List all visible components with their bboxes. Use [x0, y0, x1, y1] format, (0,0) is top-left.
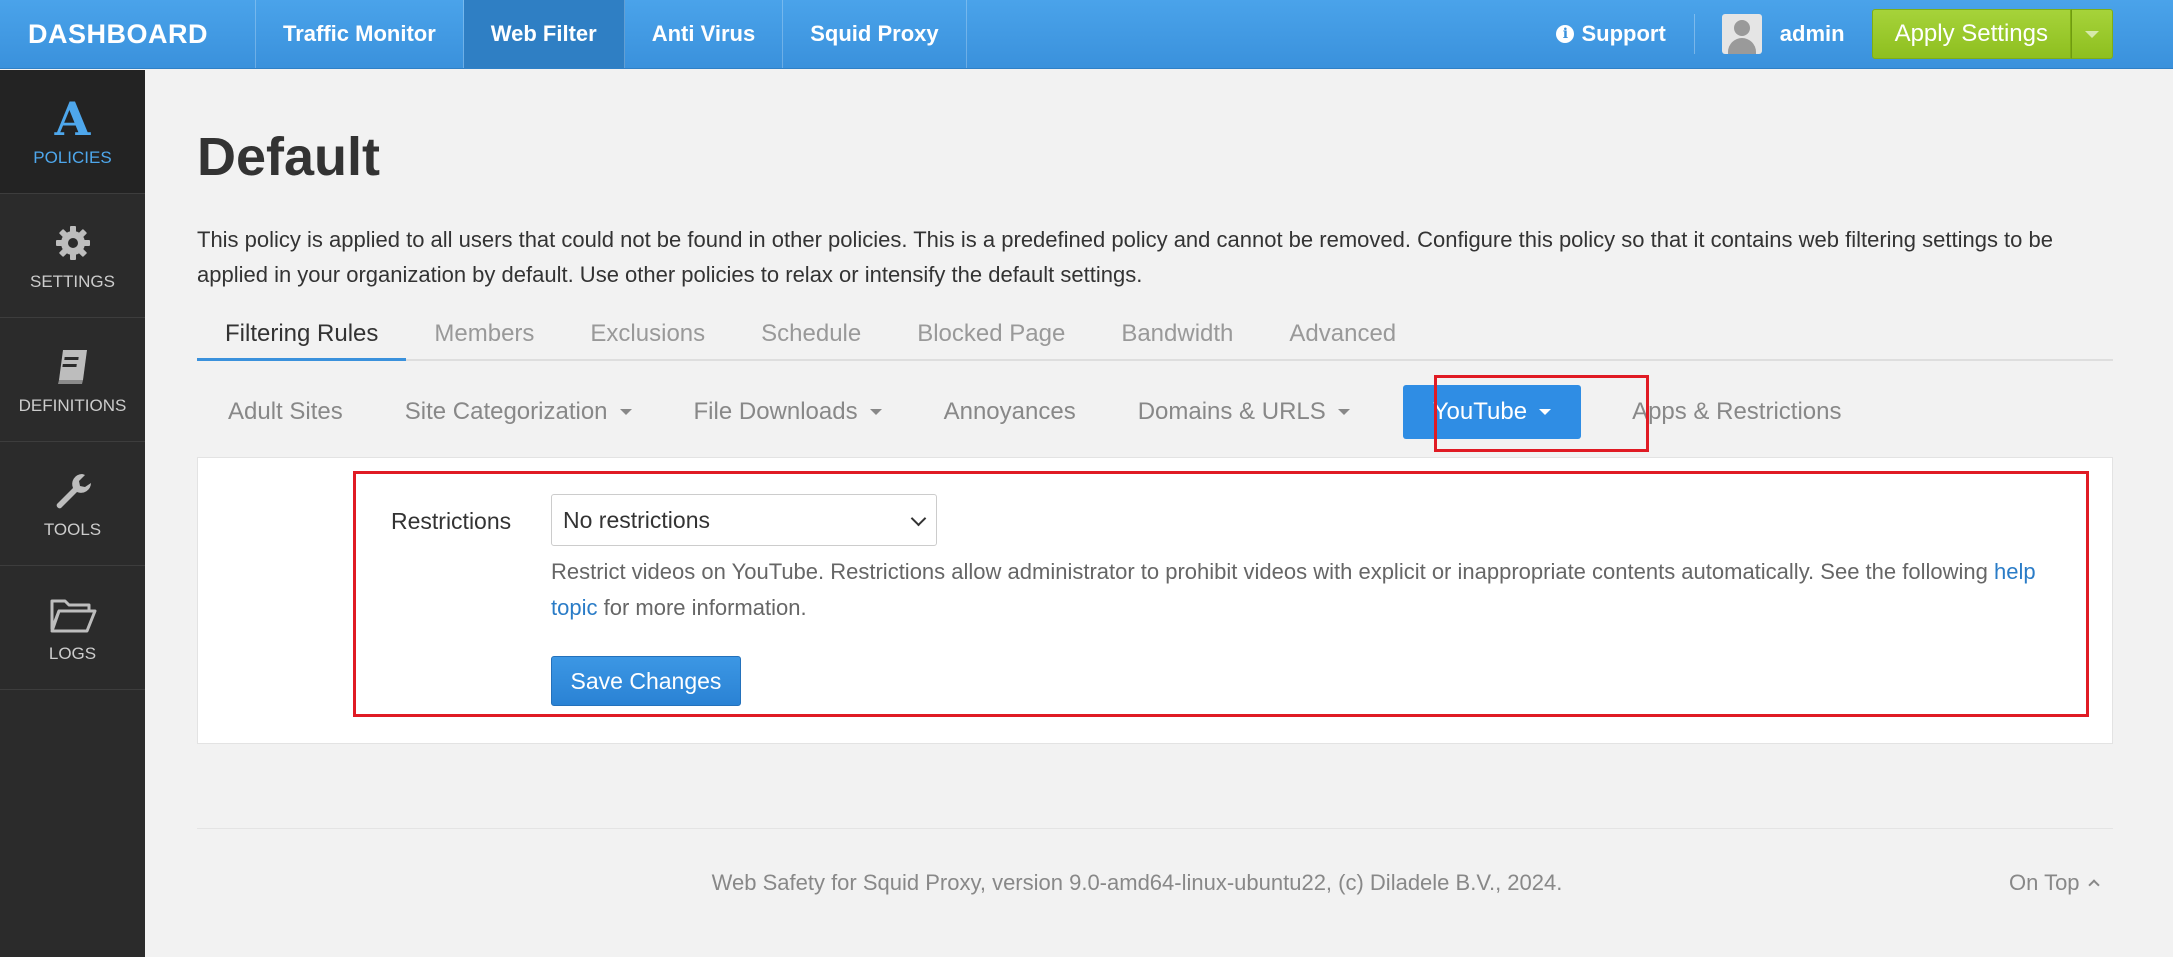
sidebar-item-settings[interactable]: SETTINGS [0, 194, 145, 318]
info-icon: i [1556, 25, 1575, 43]
sidebar-item-definitions[interactable]: DEFINITIONS [0, 318, 145, 442]
subtab-domains-urls[interactable]: Domains & URLS [1107, 385, 1381, 439]
brand-logo[interactable]: DASHBOARD [0, 0, 256, 68]
subtab-youtube[interactable]: YouTube [1402, 385, 1582, 439]
footer-divider [197, 828, 2113, 829]
apply-settings-button[interactable]: Apply Settings [1871, 9, 2071, 59]
chevron-up-icon [2087, 879, 2100, 891]
restrictions-help-text: Restrict videos on YouTube. Restrictions… [551, 554, 2051, 626]
save-changes-button[interactable]: Save Changes [551, 656, 741, 706]
sidebar-item-label: POLICIES [33, 147, 112, 167]
tab-bandwidth[interactable]: Bandwidth [1093, 314, 1261, 361]
chevron-down-icon [910, 510, 927, 527]
subtab-apps-restrictions[interactable]: Apps & Restrictions [1601, 385, 1872, 439]
apply-settings-dropdown[interactable] [2071, 9, 2113, 59]
top-navbar: DASHBOARD Traffic Monitor Web Filter Ant… [0, 0, 2173, 69]
subtab-label: Annoyances [943, 398, 1076, 425]
sidebar-item-tools[interactable]: TOOLS [0, 442, 145, 566]
user-menu[interactable]: admin [1695, 14, 1872, 54]
caret-down-icon [619, 409, 632, 415]
book-icon [53, 344, 93, 390]
subtab-label: File Downloads [693, 398, 858, 425]
username: admin [1779, 21, 1845, 46]
support-link[interactable]: i Support [1528, 14, 1695, 54]
subtab-adult-sites[interactable]: Adult Sites [197, 385, 374, 439]
help-text-after: for more information. [597, 595, 807, 620]
subtab-label: YouTube [1432, 398, 1528, 425]
page-description: This policy is applied to all users that… [197, 227, 2053, 287]
nav-tab-squid-proxy[interactable]: Squid Proxy [783, 0, 967, 68]
sidebar: A POLICIES SETTINGS DEFINITIONS TOOLS LO… [0, 70, 145, 957]
subtab-file-downloads[interactable]: File Downloads [663, 385, 913, 439]
tab-exclusions[interactable]: Exclusions [562, 314, 733, 361]
main-content: Default This policy is applied to all us… [197, 70, 2113, 744]
gear-icon [53, 220, 93, 266]
caret-down-icon [1539, 409, 1552, 415]
restrictions-label: Restrictions [391, 508, 512, 534]
sidebar-item-label: SETTINGS [29, 271, 115, 291]
nav-tab-web-filter[interactable]: Web Filter [463, 0, 625, 68]
sidebar-item-policies[interactable]: A POLICIES [0, 70, 145, 194]
page-title: Default [197, 127, 381, 187]
policies-logo-icon: A [54, 91, 91, 146]
navbar-right: i Support admin Apply Settings [1528, 0, 2173, 68]
subtab-annoyances[interactable]: Annoyances [913, 385, 1107, 439]
youtube-settings-panel: Restrictions No restrictions Restrict vi… [197, 457, 2113, 744]
subtab-label: Site Categorization [404, 398, 608, 425]
subtab-site-categorization[interactable]: Site Categorization [374, 385, 663, 439]
subtab-label: Domains & URLS [1137, 398, 1326, 425]
avatar [1721, 14, 1762, 54]
nav-tab-anti-virus[interactable]: Anti Virus [625, 0, 784, 68]
support-label: Support [1581, 21, 1666, 46]
apply-settings-group: Apply Settings [1871, 9, 2113, 59]
on-top-link[interactable]: On Top [2009, 870, 2100, 896]
restrictions-selected-value: No restrictions [563, 506, 710, 533]
sidebar-item-label: LOGS [48, 643, 97, 663]
filtering-subtabs: Adult Sites Site Categorization File Dow… [197, 375, 2113, 452]
on-top-label: On Top [2009, 870, 2080, 895]
caret-down-icon [869, 409, 882, 415]
tab-advanced[interactable]: Advanced [1261, 314, 1424, 361]
tab-schedule[interactable]: Schedule [733, 314, 889, 361]
sidebar-item-label: TOOLS [43, 519, 102, 539]
sidebar-item-label: DEFINITIONS [18, 395, 127, 415]
folder-icon [49, 592, 97, 638]
policy-tabs: Filtering Rules Members Exclusions Sched… [197, 314, 2113, 361]
restrictions-select[interactable]: No restrictions [551, 494, 937, 546]
tab-blocked-page[interactable]: Blocked Page [889, 314, 1093, 361]
caret-down-icon [1337, 409, 1350, 415]
sidebar-item-logs[interactable]: LOGS [0, 566, 145, 690]
subtab-label: Adult Sites [228, 398, 343, 425]
subtab-label: Apps & Restrictions [1632, 398, 1842, 425]
nav-tab-traffic-monitor[interactable]: Traffic Monitor [256, 0, 464, 68]
tab-filtering-rules[interactable]: Filtering Rules [197, 314, 407, 361]
caret-down-icon [2085, 30, 2099, 38]
tab-members[interactable]: Members [406, 314, 562, 361]
footer-copyright: Web Safety for Squid Proxy, version 9.0-… [711, 870, 1563, 895]
help-text-before: Restrict videos on YouTube. Restrictions… [551, 559, 1994, 584]
wrench-icon [52, 468, 94, 514]
